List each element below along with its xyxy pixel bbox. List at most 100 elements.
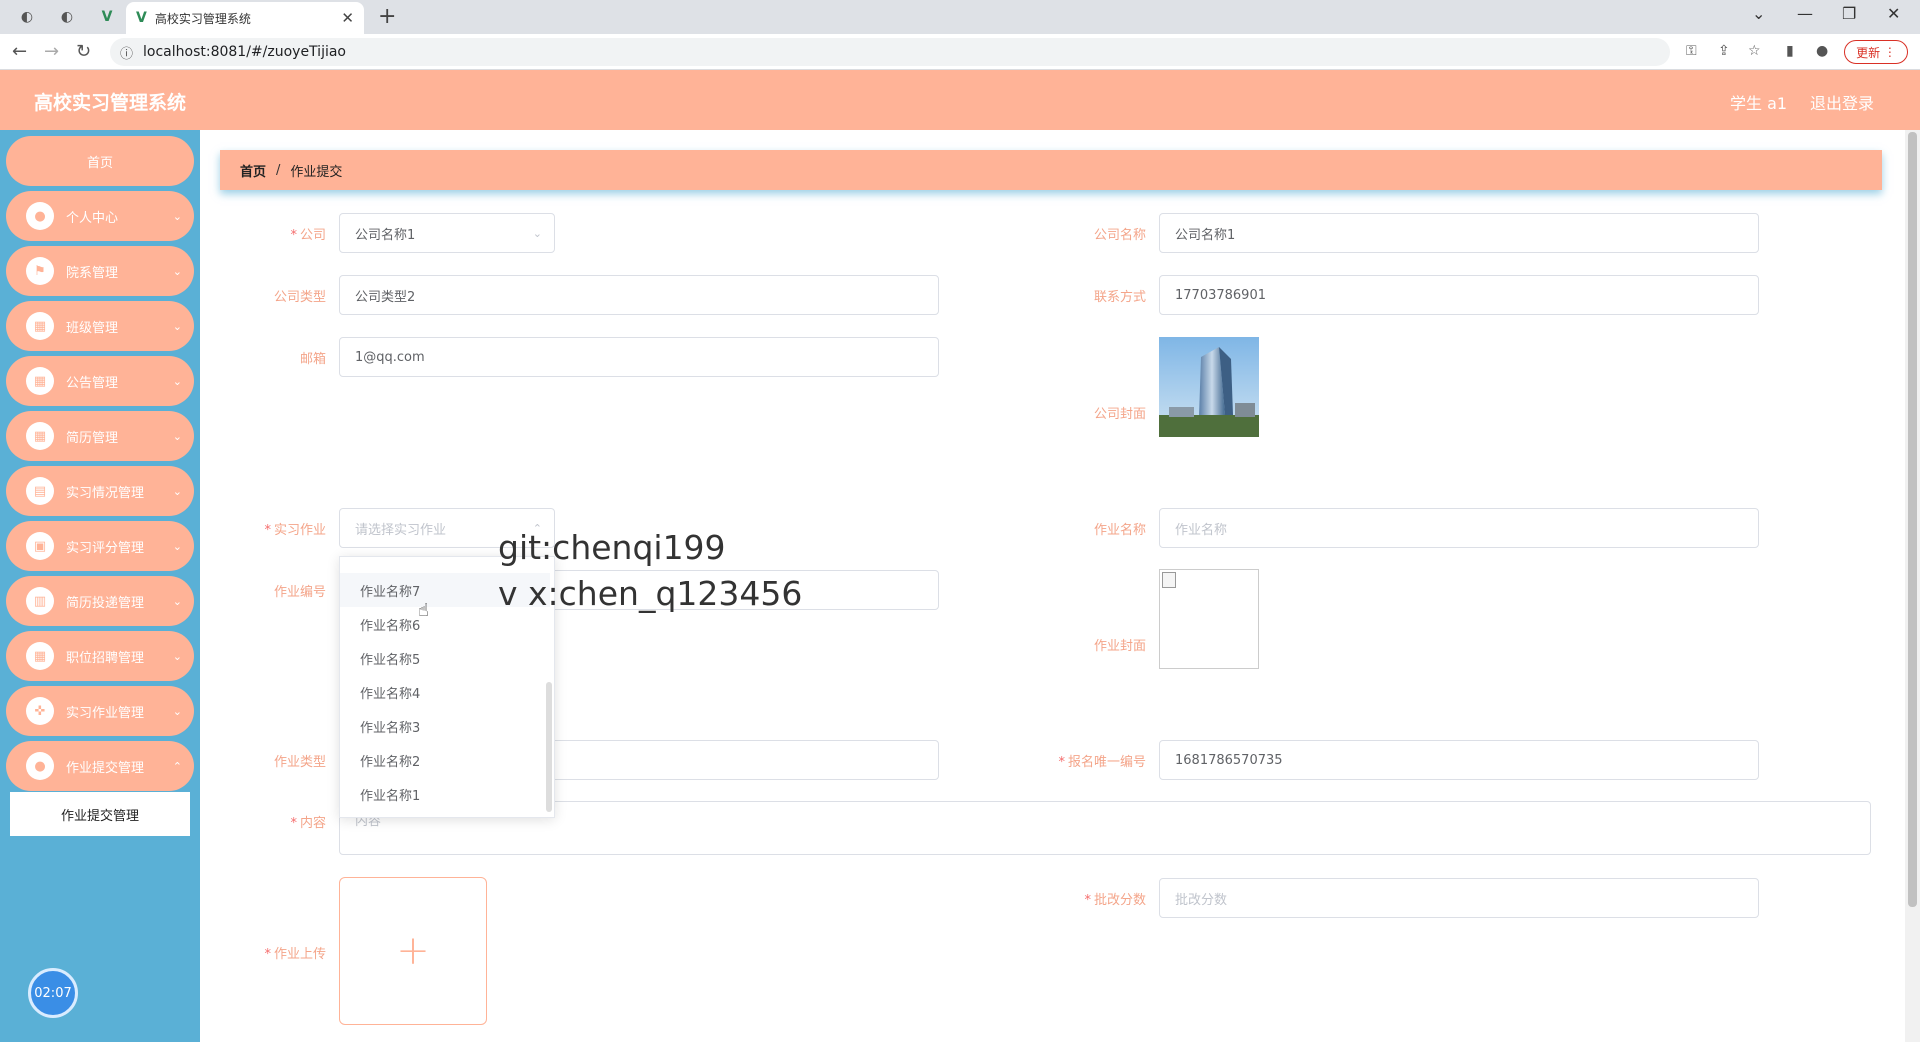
chevron-up-icon: ⌃ [172, 759, 182, 773]
star-icon[interactable]: ☆ [1748, 43, 1761, 59]
chevron-down-icon: ⌄ [172, 209, 182, 223]
company-name-field[interactable]: 公司名称1 [1159, 213, 1759, 253]
sidebar-item-internship-status[interactable]: ▤ 实习情况管理 ⌄ [6, 466, 194, 516]
sidepanel-icon[interactable]: ▮ [1786, 43, 1794, 59]
sidebar-item-resume-delivery[interactable]: ▥ 简历投递管理 ⌄ [6, 576, 194, 626]
sidebar-item-label: 职位招聘管理 [66, 650, 145, 666]
contact-field[interactable]: 17703786901 [1159, 275, 1759, 315]
company-type-field[interactable]: 公司类型2 [339, 275, 939, 315]
profile-icon[interactable]: ● [1816, 43, 1828, 59]
score-field[interactable]: 批改分数 [1159, 878, 1759, 918]
update-label: 更新 [1856, 45, 1881, 60]
breadcrumb-current: 作业提交 [290, 164, 343, 180]
sidebar-item-submission[interactable]: ● 作业提交管理 ⌃ [6, 741, 194, 791]
homework-label: * 实习作业 [264, 523, 326, 538]
sidebar-subitem-submission[interactable]: 作业提交管理 [10, 792, 190, 836]
app-title: 高校实习管理系统 [34, 92, 187, 114]
grid-icon: ▦ [26, 367, 54, 395]
sidebar-item-label: 首页 [86, 155, 113, 171]
score-label: * 批改分数 [1084, 893, 1146, 908]
email-field[interactable]: 1@qq.com [339, 337, 939, 377]
dropdown-option[interactable]: 作业名称5 [340, 641, 550, 675]
vue-tab-icon[interactable]: V [96, 6, 118, 28]
tab-title: 高校实习管理系统 [154, 11, 251, 26]
dropdown-option[interactable]: 作业名称1 [340, 777, 550, 811]
chevron-down-icon: ⌄ [172, 484, 182, 498]
chevron-down-icon[interactable]: ⌄ [1752, 4, 1765, 23]
chevron-down-icon: ⌄ [532, 226, 542, 240]
clipboard-icon: ▤ [26, 477, 54, 505]
chevron-down-icon: ⌄ [172, 594, 182, 608]
homework-cover-label: 作业封面 [1093, 639, 1146, 654]
sidebar-item-label: 班级管理 [66, 320, 119, 336]
content-textarea[interactable]: 内容 [339, 801, 1871, 855]
company-type-label: 公司类型 [273, 290, 326, 305]
restore-icon[interactable]: ❐ [1842, 4, 1856, 23]
page-scrollbar-thumb[interactable] [1908, 132, 1917, 907]
sidebar-item-home[interactable]: 首页 [6, 136, 194, 186]
active-tab[interactable]: V 高校实习管理系统 ✕ [126, 2, 364, 34]
user-icon: ● [26, 202, 54, 230]
sidebar-item-internship-score[interactable]: ▣ 实习评分管理 ⌄ [6, 521, 194, 571]
close-window-icon[interactable]: ✕ [1887, 4, 1900, 23]
company-label: * 公司 [290, 228, 326, 243]
dropdown-option[interactable]: 作业名称4 [340, 675, 550, 709]
close-tab-icon[interactable]: ✕ [341, 9, 354, 27]
sidebar-item-label: 院系管理 [66, 265, 119, 281]
upload-button[interactable]: + [339, 877, 487, 1025]
sidebar-item-label: 简历管理 [66, 430, 119, 446]
dropdown-option[interactable]: 作业名称2 [340, 743, 550, 777]
new-tab-icon[interactable]: + [378, 4, 396, 29]
watermark-line: v x:chen_q123456 [498, 574, 803, 613]
sidebar-item-label: 作业提交管理 [66, 760, 145, 776]
hand-cursor-icon: ☝ [418, 600, 429, 621]
forward-icon[interactable]: → [44, 41, 59, 62]
dropdown-option[interactable]: 作业名称3 [340, 709, 550, 743]
update-button[interactable]: 更新 ⋮ [1844, 40, 1908, 64]
signup-no-field[interactable]: 1681786570735 [1159, 740, 1759, 780]
sidebar-item-profile[interactable]: ● 个人中心 ⌄ [6, 191, 194, 241]
sidebar-item-class[interactable]: ▦ 班级管理 ⌄ [6, 301, 194, 351]
breadcrumb-home[interactable]: 首页 [240, 161, 266, 180]
dropdown-scrollbar[interactable] [546, 682, 552, 812]
sidebar-item-label: 实习情况管理 [66, 485, 145, 501]
homework-select-placeholder: 请选择实习作业 [355, 522, 447, 538]
key-icon[interactable]: ⚿ [1686, 43, 1697, 59]
reload-icon[interactable]: ↻ [76, 41, 91, 62]
broken-image-icon [1162, 572, 1176, 588]
upload-label: * 作业上传 [264, 947, 326, 962]
sidebar-item-notice[interactable]: ▦ 公告管理 ⌄ [6, 356, 194, 406]
briefcase-icon: ▣ [26, 532, 54, 560]
chevron-down-icon: ⌄ [172, 649, 182, 663]
signup-no-label: * 报名唯一编号 [1058, 755, 1146, 770]
sidebar-item-recruitment[interactable]: ▦ 职位招聘管理 ⌄ [6, 631, 194, 681]
grid-icon: ▦ [26, 422, 54, 450]
app-header: 高校实习管理系统 学生 a1 退出登录 [0, 70, 1920, 130]
sidebar-item-department[interactable]: ⚑ 院系管理 ⌄ [6, 246, 194, 296]
tab-favicon-icon[interactable]: ◐ [16, 6, 38, 28]
homework-type-label: 作业类型 [273, 755, 326, 770]
current-user: 学生 a1 [1730, 94, 1788, 113]
sidebar-item-label: 简历投递管理 [66, 595, 145, 611]
homework-name-field[interactable]: 作业名称 [1159, 508, 1759, 548]
back-icon[interactable]: ← [12, 41, 27, 62]
sidebar: 首页 ● 个人中心 ⌄ ⚑ 院系管理 ⌄ ▦ 班级管理 ⌄ ▦ 公告管理 ⌄ ▦… [0, 130, 200, 1042]
chevron-down-icon: ⌄ [172, 429, 182, 443]
clock-badge: 02:07 [28, 968, 78, 1018]
vue-logo-icon: V [136, 10, 147, 26]
minimize-icon[interactable]: — [1797, 4, 1813, 23]
user-icon: ● [26, 752, 54, 780]
company-select[interactable]: 公司名称1 ⌄ [339, 213, 555, 253]
logout-link[interactable]: 退出登录 [1810, 90, 1874, 114]
sidebar-item-label: 公告管理 [66, 375, 119, 391]
chevron-down-icon: ⌄ [172, 374, 182, 388]
share-icon[interactable]: ⇪ [1718, 43, 1730, 59]
sidebar-item-resume[interactable]: ▦ 简历管理 ⌄ [6, 411, 194, 461]
homework-name-label: 作业名称 [1093, 523, 1146, 538]
url-field[interactable]: ⓘ localhost:8081/#/zuoyeTijiao [110, 38, 1670, 66]
email-label: 邮箱 [299, 352, 326, 367]
browser-tab-bar: ◐ ◐ V V 高校实习管理系统 ✕ + ⌄ — ❐ ✕ [0, 0, 1920, 34]
info-icon: ⓘ [120, 46, 134, 62]
sidebar-item-homework[interactable]: ✜ 实习作业管理 ⌄ [6, 686, 194, 736]
tab-favicon-icon[interactable]: ◐ [56, 6, 78, 28]
